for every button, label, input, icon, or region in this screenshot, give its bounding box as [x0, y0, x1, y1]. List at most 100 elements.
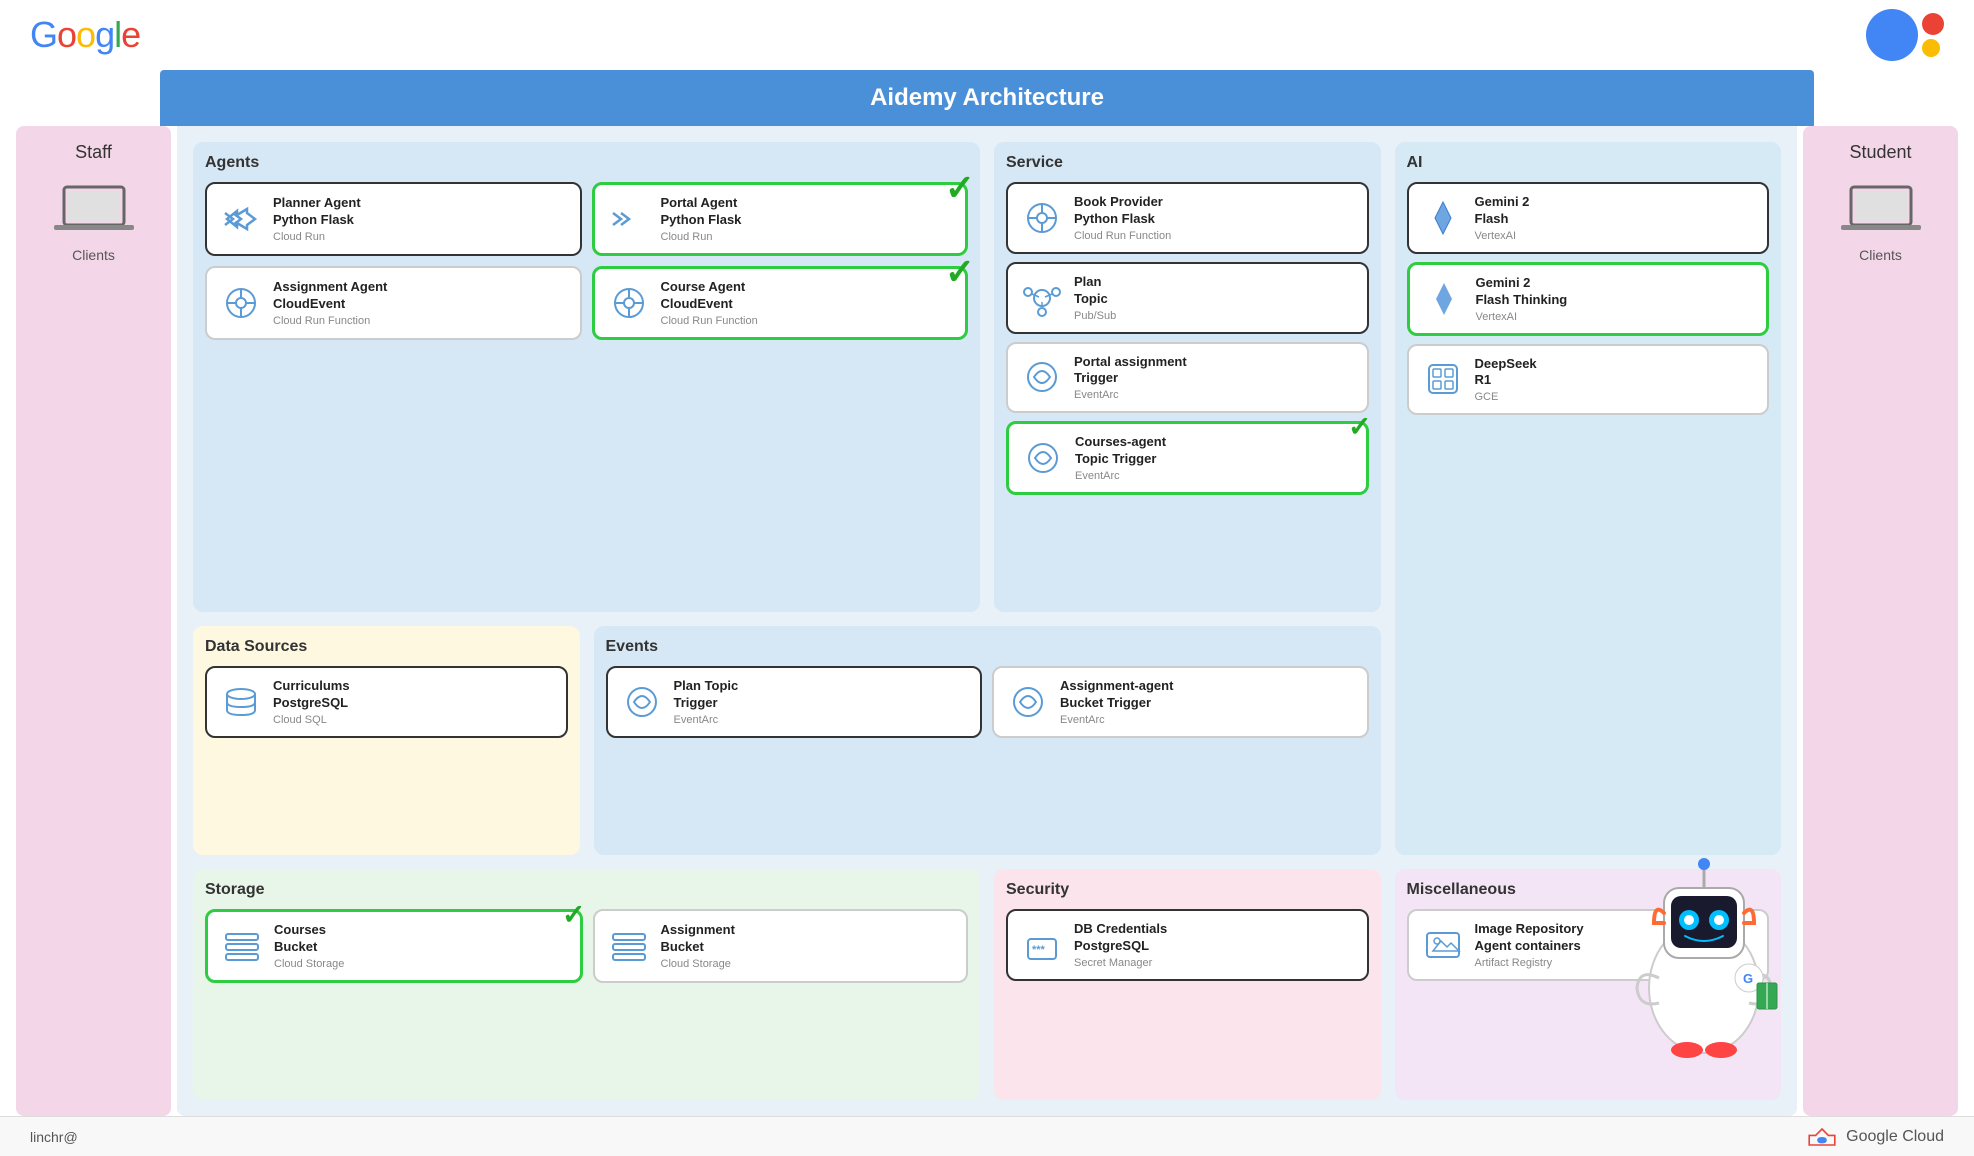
ai-cards: Gemini 2Flash VertexAI Gemini 2Flash Th: [1407, 182, 1770, 415]
assignment-agent-card[interactable]: Assignment AgentCloudEvent Cloud Run Fun…: [205, 266, 582, 340]
assignment-bucket-trigger-text: Assignment-agentBucket Trigger EventArc: [1060, 678, 1173, 726]
courses-agent-trigger-icon: [1021, 436, 1065, 480]
planner-agent-text: Planner AgentPython Flask Cloud Run: [273, 195, 361, 243]
deepseek-icon: [1421, 357, 1465, 401]
book-provider-text: Book ProviderPython Flask Cloud Run Func…: [1074, 194, 1171, 242]
student-laptop-icon: [1841, 179, 1921, 239]
book-provider-card[interactable]: Book ProviderPython Flask Cloud Run Func…: [1006, 182, 1369, 254]
courses-bucket-text: CoursesBucket Cloud Storage: [274, 922, 344, 970]
portal-agent-title: Portal AgentPython Flask: [661, 195, 742, 229]
course-agent-text: Course AgentCloudEvent Cloud Run Functio…: [661, 279, 758, 327]
deepseek-subtitle: GCE: [1475, 391, 1537, 403]
data-sources-title: Data Sources: [205, 638, 568, 656]
courses-bucket-card[interactable]: ✓ CoursesBucket Cloud Storage: [205, 909, 583, 983]
courses-bucket-title: CoursesBucket: [274, 922, 344, 956]
student-title: Student: [1849, 142, 1911, 163]
portal-trigger-subtitle: EventArc: [1074, 389, 1187, 401]
image-repo-text: Image RepositoryAgent containers Artifac…: [1475, 921, 1584, 969]
portal-trigger-text: Portal assignmentTrigger EventArc: [1074, 354, 1187, 402]
assignment-bucket-trigger-icon: [1006, 680, 1050, 724]
assistant-yellow-dot: [1922, 39, 1940, 57]
db-credentials-card[interactable]: *** DB CredentialsPostgreSQL Secret Mana…: [1006, 909, 1369, 981]
google-assistant-icon: [1866, 9, 1944, 61]
book-provider-icon: [1020, 196, 1064, 240]
assignment-bucket-card[interactable]: AssignmentBucket Cloud Storage: [593, 909, 969, 983]
courses-agent-trigger-card[interactable]: ✓ Courses-agentTopic Trigger EventArc: [1006, 421, 1369, 495]
assignment-agent-title: Assignment AgentCloudEvent: [273, 279, 387, 313]
assignment-bucket-title: AssignmentBucket: [661, 922, 735, 956]
planner-agent-subtitle: Cloud Run: [273, 231, 361, 243]
plan-topic-trigger-subtitle: EventArc: [674, 714, 739, 726]
storage-cards: ✓ CoursesBucket Cloud Storage: [205, 909, 968, 983]
svg-text:***: ***: [1032, 944, 1046, 956]
planner-agent-card[interactable]: Planner AgentPython Flask Cloud Run: [205, 182, 582, 256]
security-title: Security: [1006, 881, 1369, 899]
assignment-bucket-trigger-card[interactable]: Assignment-agentBucket Trigger EventArc: [992, 666, 1369, 738]
planner-agent-title: Planner AgentPython Flask: [273, 195, 361, 229]
service-title: Service: [1006, 154, 1369, 172]
db-credentials-title: DB CredentialsPostgreSQL: [1074, 921, 1167, 955]
storage-section: Storage ✓ CoursesBucke: [193, 869, 980, 1100]
gemini-thinking-title: Gemini 2Flash Thinking: [1476, 275, 1568, 309]
gemini-thinking-card[interactable]: Gemini 2Flash Thinking VertexAI: [1407, 262, 1770, 336]
portal-trigger-card[interactable]: Portal assignmentTrigger EventArc: [1006, 342, 1369, 414]
data-sources-section: Data Sources CurriculumsPostgreSQL Cloud…: [193, 626, 580, 855]
ai-title: AI: [1407, 154, 1770, 172]
service-section: Service: [994, 142, 1381, 612]
portal-agent-card[interactable]: ✓ Portal AgentPython Flask Cloud Run: [592, 182, 969, 256]
events-section: Events Plan TopicTrigger EventArc: [594, 626, 1381, 855]
image-repo-subtitle: Artifact Registry: [1475, 957, 1584, 969]
plan-topic-trigger-card[interactable]: Plan TopicTrigger EventArc: [606, 666, 983, 738]
courses-agent-trigger-subtitle: EventArc: [1075, 470, 1166, 482]
assignment-bucket-text: AssignmentBucket Cloud Storage: [661, 922, 735, 970]
db-credentials-subtitle: Secret Manager: [1074, 957, 1167, 969]
arch-area: Agents Planner AgentPython Flask: [177, 126, 1797, 1116]
google-logo: Google: [30, 14, 140, 56]
deepseek-card[interactable]: DeepSeekR1 GCE: [1407, 344, 1770, 416]
plan-topic-icon: [1020, 276, 1064, 320]
security-section: Security *** DB CredentialsPostgreSQL Se…: [994, 869, 1381, 1100]
courses-bucket-icon: [220, 924, 264, 968]
storage-title: Storage: [205, 881, 968, 899]
image-repo-icon: [1421, 923, 1465, 967]
course-agent-card[interactable]: ✓ Course AgentC: [592, 266, 969, 340]
book-provider-subtitle: Cloud Run Function: [1074, 230, 1171, 242]
assignment-bucket-subtitle: Cloud Storage: [661, 958, 735, 970]
gemini-thinking-text: Gemini 2Flash Thinking VertexAI: [1476, 275, 1568, 323]
events-title: Events: [606, 638, 1369, 656]
courses-agent-trigger-title: Courses-agentTopic Trigger: [1075, 434, 1166, 468]
bottom-user: linchr@: [30, 1129, 78, 1145]
agents-section: Agents Planner AgentPython Flask: [193, 142, 980, 612]
svg-text:G: G: [1743, 971, 1753, 986]
plan-topic-title: PlanTopic: [1074, 274, 1116, 308]
staff-clients-label: Clients: [72, 247, 115, 263]
curriculums-title: CurriculumsPostgreSQL: [273, 678, 350, 712]
assistant-blue-circle: [1866, 9, 1918, 61]
gemini-flash-subtitle: VertexAI: [1475, 230, 1530, 242]
staff-title: Staff: [75, 142, 112, 163]
agents-title: Agents: [205, 154, 968, 172]
gemini-flash-text: Gemini 2Flash VertexAI: [1475, 194, 1530, 242]
assignment-bucket-trigger-title: Assignment-agentBucket Trigger: [1060, 678, 1173, 712]
db-credentials-icon: ***: [1020, 923, 1064, 967]
portal-agent-subtitle: Cloud Run: [661, 231, 742, 243]
assignment-bucket-icon: [607, 924, 651, 968]
course-agent-checkmark: ✓: [945, 251, 975, 293]
book-provider-title: Book ProviderPython Flask: [1074, 194, 1171, 228]
plan-topic-text: PlanTopic Pub/Sub: [1074, 274, 1116, 322]
service-cards: Book ProviderPython Flask Cloud Run Func…: [1006, 182, 1369, 495]
assignment-agent-text: Assignment AgentCloudEvent Cloud Run Fun…: [273, 279, 387, 327]
google-cloud-icon: [1806, 1121, 1838, 1153]
gemini-flash-card[interactable]: Gemini 2Flash VertexAI: [1407, 182, 1770, 254]
top-bar: Google: [0, 0, 1974, 70]
portal-agent-icon: [607, 197, 651, 241]
gemini-thinking-subtitle: VertexAI: [1476, 311, 1568, 323]
curriculums-subtitle: Cloud SQL: [273, 714, 350, 726]
curriculums-icon: [219, 680, 263, 724]
assignment-agent-icon: [219, 281, 263, 325]
gemini-flash-title: Gemini 2Flash: [1475, 194, 1530, 228]
curriculums-text: CurriculumsPostgreSQL Cloud SQL: [273, 678, 350, 726]
curriculums-card[interactable]: CurriculumsPostgreSQL Cloud SQL: [205, 666, 568, 738]
plan-topic-card[interactable]: PlanTopic Pub/Sub: [1006, 262, 1369, 334]
course-agent-icon: [607, 281, 651, 325]
